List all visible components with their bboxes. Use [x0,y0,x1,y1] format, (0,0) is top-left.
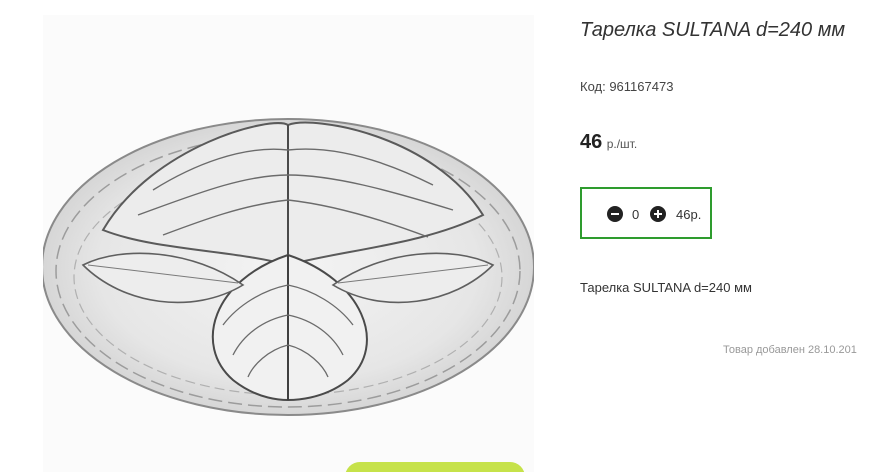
add-to-cart-button[interactable] [345,462,525,472]
product-title: Тарелка SULTANA d=240 мм [580,19,846,41]
product-page: Тарелка SULTANA d=240 мм Код: 961167473 … [0,0,869,472]
quantity-value[interactable]: 0 [632,207,639,222]
product-image[interactable] [43,15,534,472]
glass-plate-illustration [43,118,534,416]
product-price: 46 р./шт. [580,131,637,154]
quantity-stepper: 0 46р. [580,187,712,239]
product-description: Тарелка SULTANA d=240 мм [580,280,752,295]
added-date: Товар добавлен 28.10.201 [723,344,857,356]
price-value: 46 [580,131,603,153]
quantity-total: 46р. [676,207,702,222]
minus-circle-icon[interactable] [607,206,623,222]
plus-circle-icon[interactable] [650,206,666,222]
price-unit: р./шт. [606,137,638,151]
product-code: Код: 961167473 [580,79,674,94]
